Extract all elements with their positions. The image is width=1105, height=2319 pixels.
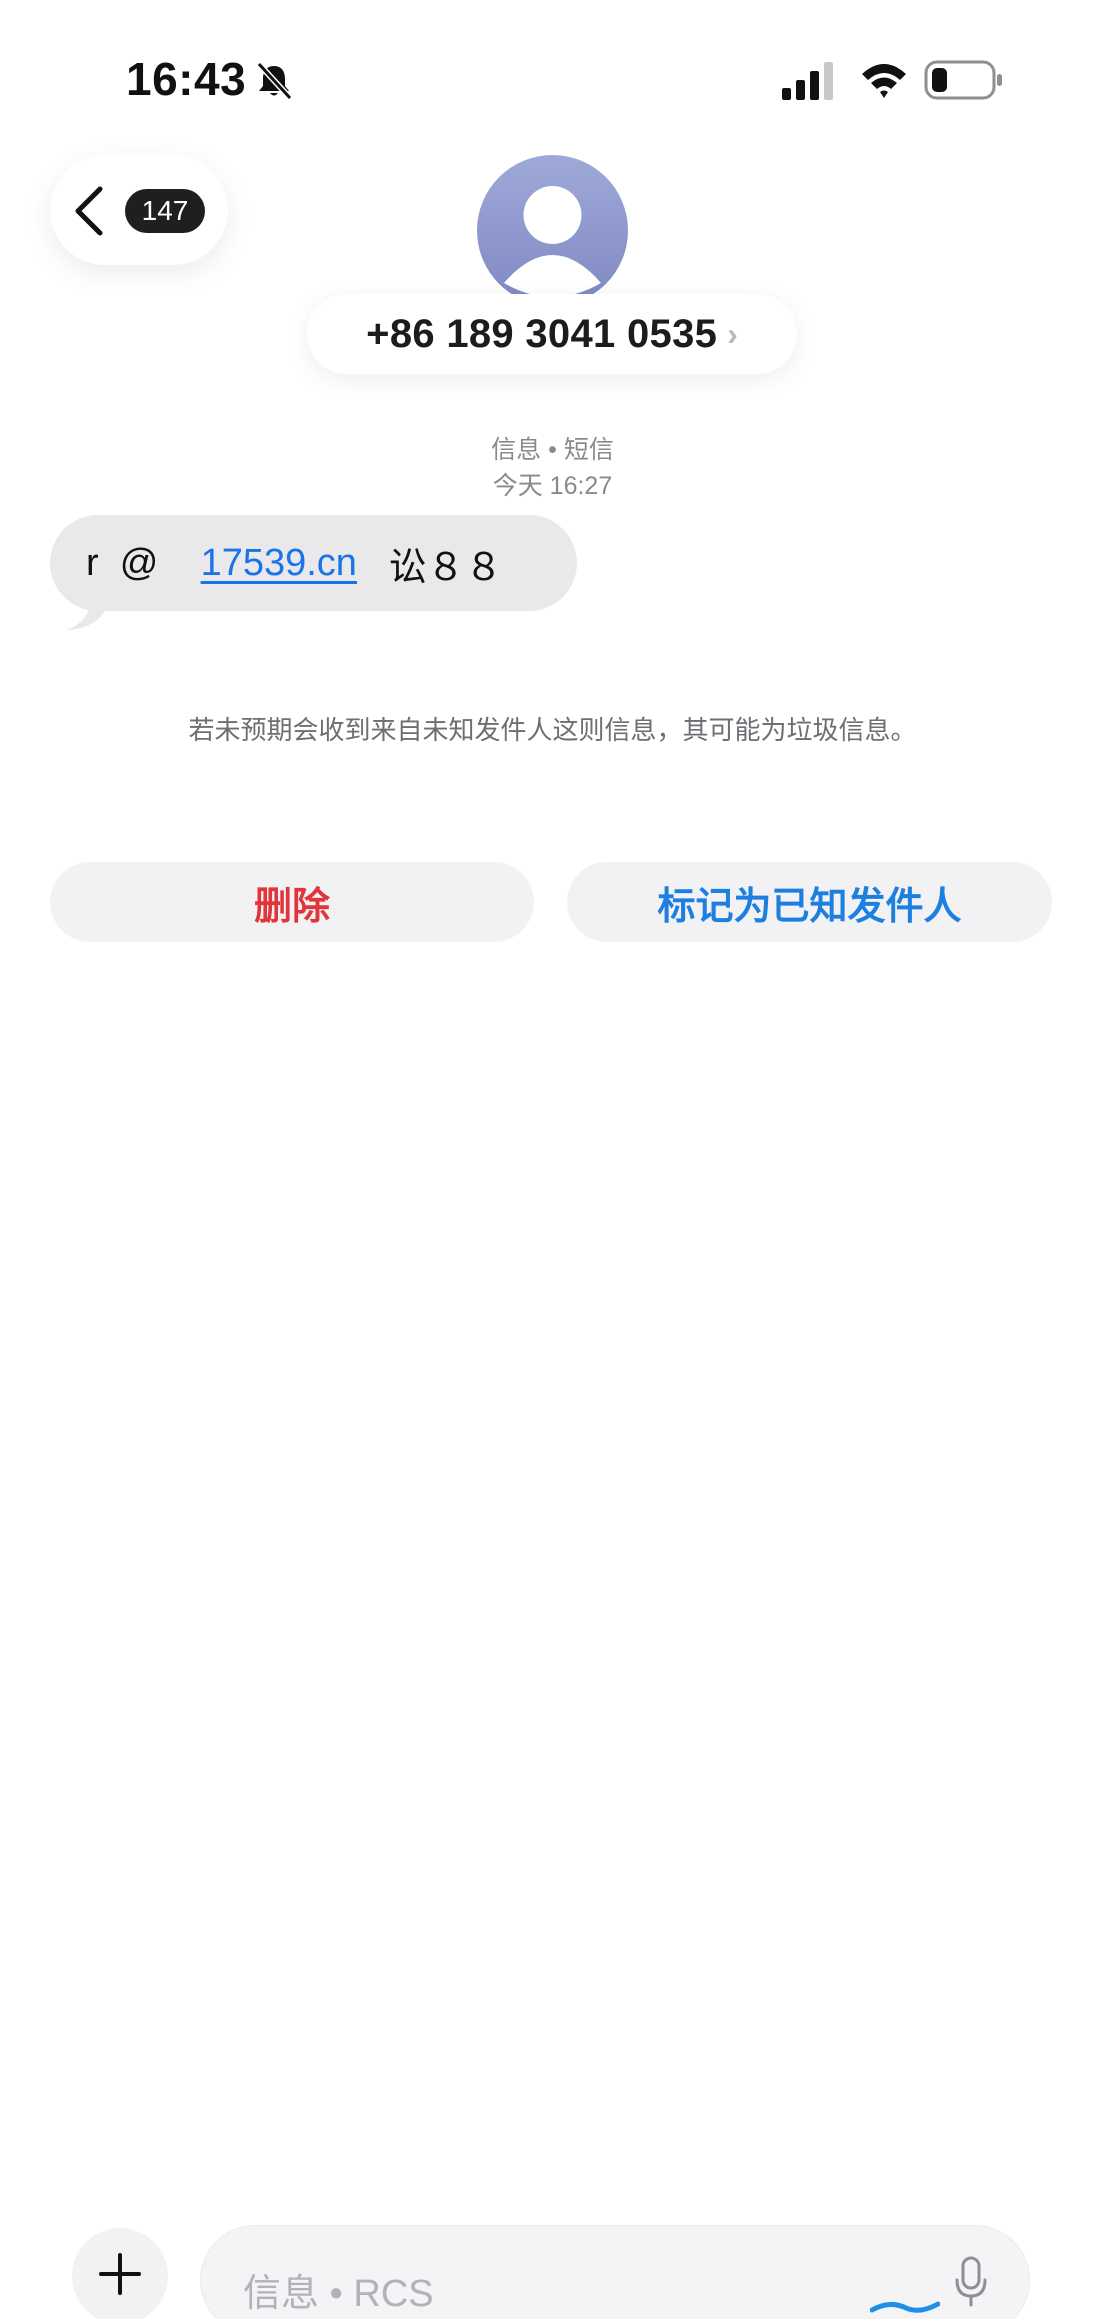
- message-timestamp: 今天 16:27: [492, 472, 613, 500]
- chevron-left-icon: [75, 186, 103, 236]
- status-time: 16:43: [126, 53, 247, 105]
- add-attachment-button[interactable]: [72, 2228, 168, 2319]
- blue-mark: [870, 2301, 940, 2313]
- contact-name-button[interactable]: +86 189 3041 0535 ›: [307, 294, 797, 374]
- cellular-signal-icon: [782, 62, 833, 100]
- message-text-part: 讼８８: [356, 546, 503, 589]
- message-text-part: r @: [86, 541, 201, 584]
- wifi-icon: [862, 64, 906, 98]
- contact-avatar[interactable]: [477, 155, 628, 306]
- plus-icon: [99, 2253, 141, 2295]
- messages-screen: 16:43 147 +86 189 3041 0535 › 信息 • 短信 今天…: [0, 0, 1105, 2319]
- message-service-label: 信息 • 短信: [491, 436, 614, 464]
- person-silhouette-icon: [504, 186, 601, 297]
- microphone-icon[interactable]: [953, 2256, 989, 2308]
- delete-button[interactable]: 删除: [50, 862, 534, 942]
- battery-low-icon: [924, 60, 1002, 100]
- incoming-message-bubble[interactable]: r @ 17539.cn 讼８８: [50, 515, 577, 611]
- message-link[interactable]: 17539.cn: [201, 542, 357, 585]
- unread-count-badge: 147: [125, 189, 205, 233]
- mark-known-sender-button[interactable]: 标记为已知发件人: [567, 862, 1052, 942]
- back-button[interactable]: 147: [50, 155, 228, 265]
- bubble-tail: [66, 596, 106, 630]
- chevron-right-icon: ›: [727, 315, 738, 352]
- spam-warning-text: 若未预期会收到来自未知发件人这则信息，其可能为垃圾信息。: [188, 715, 917, 745]
- message-input-placeholder: 信息 • RCS: [243, 2273, 434, 2315]
- contact-number: +86 189 3041 0535: [366, 311, 718, 356]
- bell-slash-icon: [256, 61, 293, 101]
